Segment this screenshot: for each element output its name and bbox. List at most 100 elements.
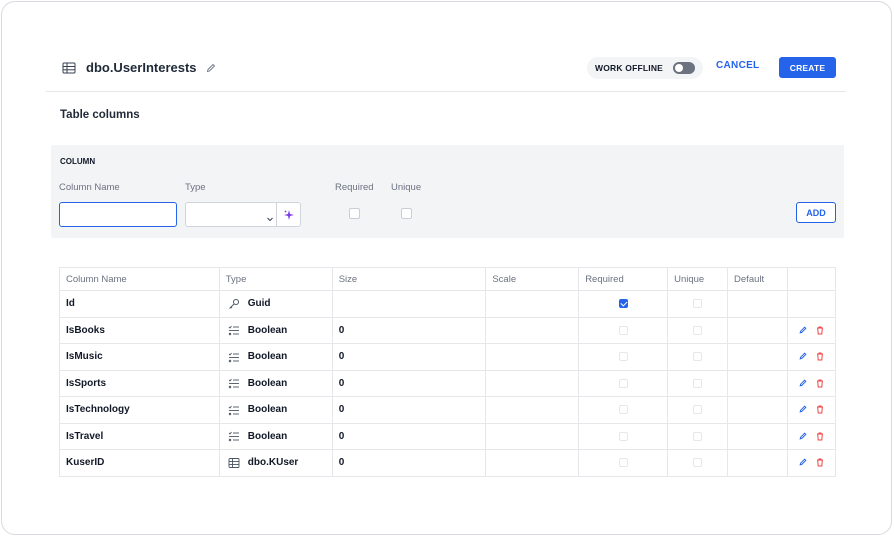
required-checkbox[interactable] (349, 208, 360, 219)
toggle-switch[interactable] (673, 62, 696, 74)
cell-unique (667, 422, 729, 450)
cell-default (727, 449, 788, 477)
required-checkbox[interactable] (618, 352, 628, 362)
required-checkbox[interactable] (618, 405, 628, 415)
cell-unique (667, 290, 729, 318)
trash-icon[interactable] (816, 405, 824, 414)
cell-required (578, 396, 669, 424)
cell-column-name: KuserID (59, 449, 220, 477)
header-default: Default (727, 267, 788, 291)
cell-column-name: IsMusic (59, 343, 220, 371)
cell-actions (786, 396, 837, 424)
unique-checkbox[interactable] (693, 299, 703, 309)
unique-checkbox[interactable] (693, 352, 703, 362)
cancel-button[interactable]: CANCEL (716, 60, 759, 71)
trash-icon[interactable] (816, 326, 824, 335)
unique-checkbox[interactable] (693, 325, 703, 335)
type-select[interactable] (185, 202, 301, 227)
required-checkbox[interactable] (618, 458, 628, 468)
cell-size (331, 290, 487, 318)
table-row[interactable]: IsSports Boolean 0 (59, 369, 837, 397)
edit-icon[interactable] (799, 326, 807, 335)
key-icon (228, 298, 240, 310)
cell-required (578, 290, 669, 318)
trash-icon[interactable] (816, 432, 824, 441)
trash-icon[interactable] (816, 352, 824, 361)
column-name-label: Column Name (59, 182, 120, 193)
cell-unique (667, 396, 729, 424)
boolean-list-icon (228, 324, 240, 336)
unique-checkbox[interactable] (693, 431, 703, 441)
edit-icon[interactable] (799, 379, 807, 388)
cell-size: 0 (331, 316, 487, 344)
table-row[interactable]: IsMusic Boolean 0 (59, 343, 837, 371)
cell-scale (485, 369, 580, 397)
unique-checkbox[interactable] (401, 208, 412, 219)
trash-icon[interactable] (816, 458, 824, 467)
edit-icon[interactable] (799, 458, 807, 467)
work-offline-label: WORK OFFLINE (595, 63, 664, 73)
cell-scale (485, 396, 580, 424)
required-checkbox[interactable] (618, 378, 628, 388)
unique-checkbox[interactable] (693, 378, 703, 388)
required-label: Required (335, 182, 374, 193)
cell-type: Guid (218, 290, 333, 318)
cell-column-name: IsBooks (59, 316, 220, 344)
cell-default (727, 396, 788, 424)
table-row[interactable]: KuserID dbo.KUser 0 (59, 449, 837, 477)
cell-actions (786, 369, 837, 397)
table-row[interactable]: IsTravel Boolean 0 (59, 422, 837, 450)
table-row[interactable]: IsBooks Boolean 0 (59, 316, 837, 344)
column-form: COLUMN Column Name Type Required Unique … (51, 145, 844, 238)
cell-required (578, 369, 669, 397)
cell-required (578, 343, 669, 371)
cell-required (578, 316, 669, 344)
cell-type: dbo.KUser (218, 449, 333, 477)
cell-type: Boolean (218, 369, 333, 397)
cell-type: Boolean (218, 343, 333, 371)
unique-checkbox[interactable] (693, 405, 703, 415)
table-row[interactable]: Id Guid (59, 290, 837, 318)
cell-type: Boolean (218, 396, 333, 424)
edit-icon[interactable] (799, 405, 807, 414)
cell-size: 0 (331, 422, 487, 450)
cell-size: 0 (331, 449, 487, 477)
unique-checkbox[interactable] (693, 458, 703, 468)
boolean-list-icon (228, 377, 240, 389)
trash-icon[interactable] (816, 379, 824, 388)
cell-scale (485, 316, 580, 344)
boolean-list-icon (228, 430, 240, 442)
cell-type-label: Boolean (247, 324, 288, 336)
cell-size: 0 (331, 343, 487, 371)
create-button[interactable]: CREATE (779, 57, 836, 78)
cell-default (727, 316, 788, 344)
header-type: Type (218, 267, 333, 291)
required-checkbox[interactable] (618, 299, 628, 309)
cell-default (727, 422, 788, 450)
required-checkbox[interactable] (618, 325, 628, 335)
cell-type-label: Boolean (247, 430, 288, 442)
cell-type-label: Boolean (247, 404, 288, 416)
cell-type-label: Boolean (247, 351, 288, 363)
cell-required (578, 422, 669, 450)
page-title: dbo.UserInterests (86, 60, 197, 75)
cell-column-name: IsSports (59, 369, 220, 397)
columns-table: Column Name Type Size Scale Required Uni… (59, 267, 837, 477)
cell-column-name: IsTechnology (59, 396, 220, 424)
column-name-input[interactable] (59, 202, 177, 227)
cell-required (578, 449, 669, 477)
cell-size: 0 (331, 369, 487, 397)
edit-icon[interactable] (799, 352, 807, 361)
required-checkbox[interactable] (618, 431, 628, 441)
table-header-row: Column Name Type Size Scale Required Uni… (59, 267, 837, 291)
add-button[interactable]: ADD (796, 202, 836, 223)
table-row[interactable]: IsTechnology Boolean 0 (59, 396, 837, 424)
edit-icon[interactable] (799, 432, 807, 441)
sparkle-icon[interactable] (276, 202, 300, 227)
pencil-icon[interactable] (206, 63, 216, 73)
header-size: Size (331, 267, 487, 291)
cell-actions (786, 422, 837, 450)
header-required: Required (578, 267, 669, 291)
work-offline-toggle[interactable]: WORK OFFLINE (587, 57, 704, 79)
cell-default (727, 290, 788, 318)
